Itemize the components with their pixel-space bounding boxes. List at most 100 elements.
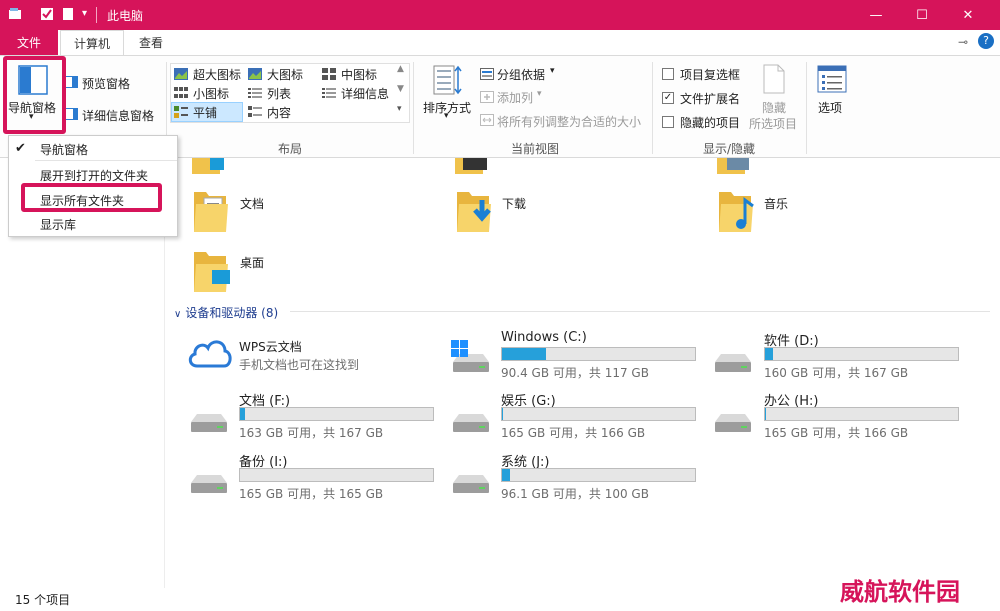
pin-ribbon-icon[interactable]: ⊸ xyxy=(958,35,968,49)
add-column-button[interactable]: 添加列 xyxy=(497,89,533,106)
content-icon xyxy=(248,106,262,117)
drive-usage-fill xyxy=(765,348,774,360)
group-by-icon xyxy=(480,68,494,80)
add-column-dropdown-icon[interactable]: ▾ xyxy=(537,89,542,99)
sort-by-icon xyxy=(433,65,462,95)
details-pane-button[interactable]: 详细信息窗格 xyxy=(82,107,154,124)
medium-icons-icon xyxy=(322,68,336,80)
ribbon-separator xyxy=(806,62,807,154)
list-icon xyxy=(248,88,262,98)
pictures-folder-icon[interactable] xyxy=(455,158,495,176)
minimize-button[interactable]: — xyxy=(853,0,899,30)
hard-drive-icon[interactable] xyxy=(187,400,231,440)
3d-objects-folder-icon[interactable] xyxy=(717,158,757,176)
desktop-folder-icon[interactable] xyxy=(192,246,234,294)
file-extensions-checkbox[interactable]: ✓ xyxy=(662,92,674,104)
properties-icon[interactable] xyxy=(40,7,54,21)
hide-selected-icon xyxy=(763,64,785,94)
windows-drive-icon[interactable] xyxy=(449,340,493,380)
menu-item-expand-to-open-folder[interactable]: 展开到打开的文件夹 xyxy=(40,167,148,184)
menu-item-show-libraries[interactable]: 显示库 xyxy=(40,216,76,233)
highlight-box-nav-pane-button xyxy=(3,56,66,134)
new-folder-icon[interactable] xyxy=(61,7,75,21)
section-divider xyxy=(290,311,990,312)
size-columns-button[interactable]: 将所有列调整为合适的大小 xyxy=(497,113,641,130)
hard-drive-icon[interactable] xyxy=(187,461,231,501)
drive-space-info: 160 GB 可用，共 167 GB xyxy=(764,366,909,380)
options-icon xyxy=(817,65,847,93)
drive-usage-bar xyxy=(764,347,959,361)
item-checkboxes-checkbox[interactable] xyxy=(662,68,674,80)
drive-usage-bar xyxy=(764,407,959,421)
title-bar: ▾ 此电脑 — ☐ ✕ xyxy=(0,0,1000,30)
file-extensions-label[interactable]: 文件扩展名 xyxy=(680,90,740,107)
chevron-down-icon[interactable]: ∨ xyxy=(174,309,181,320)
hard-drive-icon[interactable] xyxy=(449,461,493,501)
hide-selected-button-line2: 所选项目 xyxy=(749,117,798,131)
wps-cloud-name[interactable]: WPS云文档 xyxy=(239,338,302,355)
ribbon-tab-row: 文件 计算机 查看 ⊸ ? xyxy=(0,30,1000,56)
tab-computer[interactable]: 计算机 xyxy=(60,30,124,56)
wps-cloud-subtitle: 手机文档也可在这找到 xyxy=(239,358,360,372)
tab-file[interactable]: 文件 xyxy=(0,30,58,55)
gallery-expand-icon[interactable]: ▾ xyxy=(397,104,402,114)
layout-option[interactable]: 列表 xyxy=(267,85,291,102)
title-divider xyxy=(96,7,97,23)
drive-space-info: 90.4 GB 可用，共 117 GB xyxy=(501,366,649,380)
hard-drive-icon[interactable] xyxy=(449,400,493,440)
close-button[interactable]: ✕ xyxy=(945,0,991,30)
documents-folder-icon[interactable] xyxy=(192,186,234,234)
extra-large-icons-icon xyxy=(174,68,188,80)
help-icon[interactable]: ? xyxy=(978,33,994,49)
videos-folder-icon[interactable] xyxy=(192,158,232,176)
menu-item-nav-pane[interactable]: 导航窗格 xyxy=(40,141,88,158)
group-by-dropdown-icon[interactable]: ▾ xyxy=(550,66,555,76)
add-column-icon xyxy=(480,91,494,103)
drive-usage-bar xyxy=(239,468,434,482)
devices-section-header[interactable]: ∨ 设备和驱动器 (8) xyxy=(174,304,278,321)
hard-drive-icon[interactable] xyxy=(711,340,755,380)
layout-option[interactable]: 超大图标 xyxy=(193,66,241,83)
layout-option[interactable]: 详细信息 xyxy=(341,85,389,102)
details-pane-icon xyxy=(64,108,78,120)
item-checkboxes-label[interactable]: 项目复选框 xyxy=(680,66,740,83)
maximize-button[interactable]: ☐ xyxy=(899,0,945,30)
drive-usage-bar xyxy=(239,407,434,421)
hide-selected-button[interactable]: 隐藏 xyxy=(762,99,786,116)
hidden-items-checkbox[interactable] xyxy=(662,116,674,128)
downloads-folder-icon[interactable] xyxy=(455,186,497,234)
cloud-icon[interactable] xyxy=(187,336,233,370)
preview-pane-button[interactable]: 预览窗格 xyxy=(82,75,130,92)
ribbon-separator xyxy=(652,62,653,154)
layout-option[interactable]: 内容 xyxy=(267,104,291,121)
drive-name[interactable]: Windows (C:) xyxy=(501,330,587,345)
tiles-icon xyxy=(174,106,188,118)
hidden-items-label[interactable]: 隐藏的项目 xyxy=(680,114,740,131)
drive-space-info: 163 GB 可用，共 167 GB xyxy=(239,426,384,440)
gallery-scroll-down-icon[interactable]: ▼ xyxy=(397,84,404,94)
hard-drive-icon[interactable] xyxy=(711,400,755,440)
quick-access-dropdown-icon[interactable]: ▾ xyxy=(82,8,87,19)
drive-usage-fill xyxy=(765,408,767,420)
tab-view[interactable]: 查看 xyxy=(126,30,176,55)
folder-name[interactable]: 文档 xyxy=(240,195,264,212)
small-icons-icon xyxy=(174,87,188,98)
layout-option-selected[interactable]: 平铺 xyxy=(193,104,217,121)
menu-divider xyxy=(35,160,177,161)
sort-by-dropdown-icon[interactable]: ▾ xyxy=(444,111,449,121)
drive-usage-fill xyxy=(502,408,504,420)
layout-option[interactable]: 中图标 xyxy=(341,66,377,83)
folder-name[interactable]: 音乐 xyxy=(764,195,788,212)
checkmark-icon: ✔ xyxy=(15,141,26,156)
music-folder-icon[interactable] xyxy=(717,186,759,234)
options-button[interactable]: 选项 xyxy=(818,99,842,116)
layout-group-label: 布局 xyxy=(278,142,303,156)
explorer-app-icon[interactable] xyxy=(8,7,22,21)
layout-option[interactable]: 大图标 xyxy=(267,66,303,83)
gallery-scroll-up-icon[interactable]: ▲ xyxy=(397,64,404,74)
group-by-button[interactable]: 分组依据 xyxy=(497,66,545,83)
drive-space-info: 165 GB 可用，共 165 GB xyxy=(239,487,384,501)
folder-name[interactable]: 桌面 xyxy=(240,254,264,271)
folder-name[interactable]: 下载 xyxy=(502,195,526,212)
layout-option[interactable]: 小图标 xyxy=(193,85,229,102)
